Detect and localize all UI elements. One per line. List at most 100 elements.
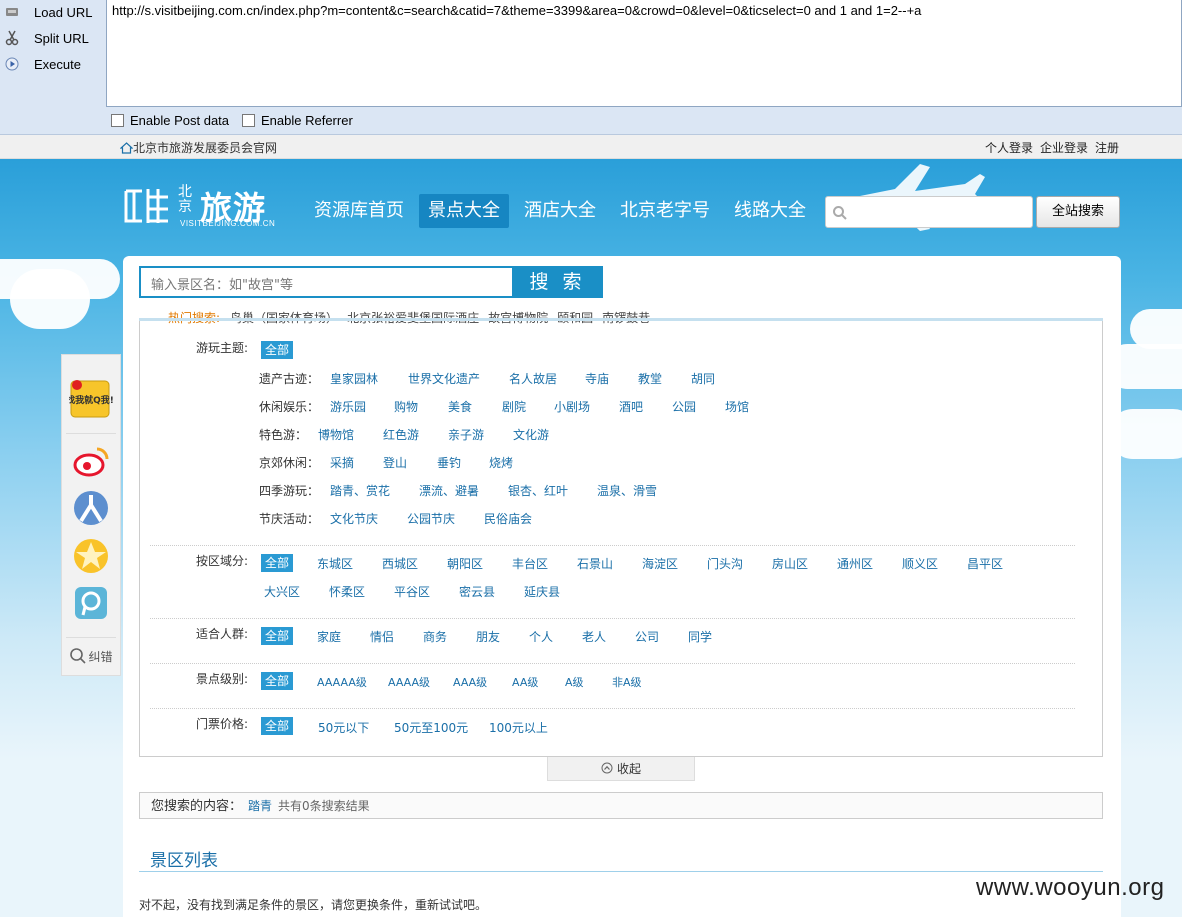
filter-option-level[interactable]: AAA级: [453, 674, 487, 690]
filter-all-theme[interactable]: 全部: [261, 341, 294, 359]
scenic-search-input[interactable]: 输入景区名：如"故宫"等: [139, 266, 512, 298]
filter-option-area[interactable]: 顺义区: [902, 555, 938, 572]
filter-all-level[interactable]: 全部: [261, 672, 294, 690]
site-search-button[interactable]: 全站搜索: [1036, 196, 1120, 228]
filter-option-crowd[interactable]: 老人: [582, 628, 606, 645]
filter-option[interactable]: 采摘: [330, 454, 354, 471]
enterprise-login-link[interactable]: 企业登录: [1040, 139, 1088, 156]
filter-option-area[interactable]: 石景山: [577, 555, 613, 572]
filter-all-area[interactable]: 全部: [261, 554, 294, 572]
filter-option[interactable]: 温泉、滑雪: [597, 482, 657, 499]
divider: [150, 618, 1075, 619]
filter-option-area[interactable]: 平谷区: [394, 583, 430, 600]
enable-referrer-checkbox[interactable]: Enable Referrer: [242, 113, 353, 128]
nav-item-0[interactable]: 资源库首页: [305, 194, 413, 228]
renren-share-button[interactable]: [62, 489, 120, 527]
collapse-button[interactable]: 收起: [547, 757, 695, 781]
filter-option-crowd[interactable]: 朋友: [476, 628, 500, 645]
split-url-button[interactable]: Split URL: [4, 27, 89, 49]
filter-option-level[interactable]: 非A级: [612, 674, 642, 690]
filter-option[interactable]: 登山: [383, 454, 407, 471]
filter-option-level[interactable]: AA级: [512, 674, 538, 690]
nav-item-2[interactable]: 酒店大全: [515, 194, 605, 228]
register-link[interactable]: 注册: [1095, 139, 1119, 156]
filter-option[interactable]: 世界文化遗产: [408, 370, 480, 387]
filter-option-area[interactable]: 怀柔区: [329, 583, 365, 600]
filter-option[interactable]: 教堂: [638, 370, 662, 387]
filter-option[interactable]: 民俗庙会: [484, 510, 532, 527]
filter-option-area[interactable]: 朝阳区: [447, 555, 483, 572]
filter-option[interactable]: 皇家园林: [330, 370, 378, 387]
filter-option[interactable]: 垂钓: [437, 454, 461, 471]
nav-item-3[interactable]: 北京老字号: [611, 194, 719, 228]
filter-option[interactable]: 寺庙: [585, 370, 609, 387]
filter-option[interactable]: 游乐园: [330, 398, 366, 415]
filter-option-area[interactable]: 房山区: [772, 555, 808, 572]
filter-option-area[interactable]: 西城区: [382, 555, 418, 572]
filter-option[interactable]: 剧院: [502, 398, 526, 415]
filter-option-crowd[interactable]: 情侣: [370, 628, 394, 645]
personal-login-link[interactable]: 个人登录: [985, 139, 1033, 156]
filter-option[interactable]: 红色游: [383, 426, 419, 443]
filter-option[interactable]: 烧烤: [489, 454, 513, 471]
filter-option-level[interactable]: AAAA级: [388, 674, 430, 690]
filter-option-crowd[interactable]: 同学: [688, 628, 712, 645]
execute-button[interactable]: Execute: [4, 53, 81, 75]
filter-option[interactable]: 博物馆: [318, 426, 354, 443]
filter-option-area[interactable]: 丰台区: [512, 555, 548, 572]
filter-option[interactable]: 公园: [672, 398, 696, 415]
report-error-label: 纠错: [88, 650, 113, 664]
filter-option[interactable]: 场馆: [725, 398, 749, 415]
filter-option-area[interactable]: 门头沟: [707, 555, 743, 572]
filter-option-area[interactable]: 东城区: [317, 555, 353, 572]
filter-all-ticket[interactable]: 全部: [261, 717, 294, 735]
filter-option-level[interactable]: A级: [565, 674, 584, 690]
filter-option-area[interactable]: 延庆县: [524, 583, 560, 600]
filter-option[interactable]: 文化游: [513, 426, 549, 443]
filter-option-area[interactable]: 密云县: [459, 583, 495, 600]
filter-option-area[interactable]: 大兴区: [264, 583, 300, 600]
filter-option-crowd[interactable]: 个人: [529, 628, 553, 645]
filter-option[interactable]: 文化节庆: [330, 510, 378, 527]
site-logo[interactable]: 北京 旅游 VISITBEIJING.COM.CN: [122, 183, 287, 233]
filter-option-crowd[interactable]: 公司: [635, 628, 659, 645]
filter-option[interactable]: 酒吧: [619, 398, 643, 415]
filter-option-area[interactable]: 通州区: [837, 555, 873, 572]
enable-post-checkbox[interactable]: Enable Post data: [111, 113, 229, 128]
filter-option-area[interactable]: 昌平区: [967, 555, 1003, 572]
filter-option[interactable]: 漂流、避暑: [419, 482, 479, 499]
filter-option[interactable]: 踏青、赏花: [330, 482, 390, 499]
weibo-share-button[interactable]: [62, 443, 120, 479]
result-keyword[interactable]: 踏青: [248, 799, 272, 813]
filter-option-ticket[interactable]: 50元至100元: [394, 719, 468, 736]
report-error-button[interactable]: 纠错: [62, 647, 120, 667]
filter-option[interactable]: 胡同: [691, 370, 715, 387]
filter-option[interactable]: 美食: [448, 398, 472, 415]
filter-option-ticket[interactable]: 100元以上: [489, 719, 548, 736]
qq-contact-button[interactable]: 找我就Q我!: [62, 377, 120, 421]
qzone-share-button[interactable]: [62, 537, 120, 575]
site-search-input[interactable]: [825, 196, 1033, 228]
scenic-search-button[interactable]: 搜 索: [512, 266, 603, 298]
filter-option[interactable]: 小剧场: [554, 398, 590, 415]
url-textarea[interactable]: http://s.visitbeijing.com.cn/index.php?m…: [106, 0, 1182, 107]
divider: [150, 545, 1075, 546]
load-url-button[interactable]: Load URL: [4, 1, 93, 23]
filter-option[interactable]: 亲子游: [448, 426, 484, 443]
home-link[interactable]: 北京市旅游发展委员会官网: [120, 139, 277, 156]
checkbox-box[interactable]: [111, 114, 124, 127]
filter-all-crowd[interactable]: 全部: [261, 627, 294, 645]
nav-item-1[interactable]: 景点大全: [419, 194, 509, 228]
filter-option[interactable]: 公园节庆: [407, 510, 455, 527]
filter-option[interactable]: 银杏、红叶: [508, 482, 568, 499]
filter-option-level[interactable]: AAAAA级: [317, 674, 367, 690]
filter-option-crowd[interactable]: 家庭: [317, 628, 341, 645]
filter-option-area[interactable]: 海淀区: [642, 555, 678, 572]
filter-option-ticket[interactable]: 50元以下: [318, 719, 369, 736]
nav-item-4[interactable]: 线路大全: [725, 194, 815, 228]
filter-option[interactable]: 购物: [394, 398, 418, 415]
tencent-weibo-share-button[interactable]: [62, 585, 120, 621]
checkbox-box[interactable]: [242, 114, 255, 127]
filter-option-crowd[interactable]: 商务: [423, 628, 447, 645]
filter-option[interactable]: 名人故居: [509, 370, 557, 387]
